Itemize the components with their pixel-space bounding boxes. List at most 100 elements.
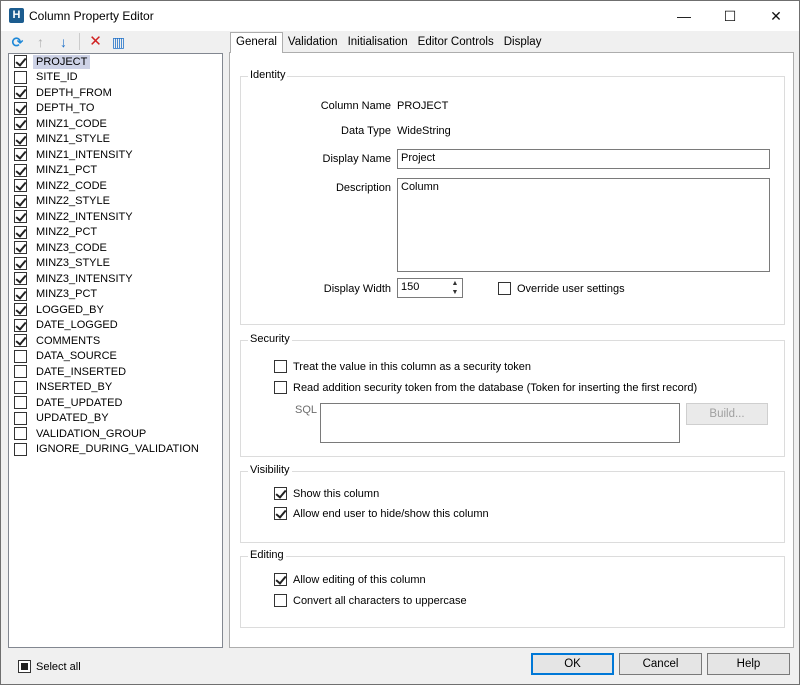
column-list-item[interactable]: MINZ3_STYLE bbox=[9, 256, 222, 272]
column-list-item[interactable]: MINZ2_CODE bbox=[9, 178, 222, 194]
tab-validation[interactable]: Validation bbox=[283, 34, 343, 53]
column-checkbox[interactable] bbox=[14, 396, 27, 410]
allow-editing-check-indicator[interactable] bbox=[274, 573, 287, 586]
column-checkbox[interactable] bbox=[14, 70, 27, 84]
column-checkbox[interactable] bbox=[14, 194, 27, 208]
column-list-item[interactable]: MINZ2_STYLE bbox=[9, 194, 222, 210]
build-button[interactable]: Build... bbox=[686, 403, 768, 425]
column-checkbox[interactable] bbox=[14, 287, 27, 301]
column-list-item[interactable]: DEPTH_FROM bbox=[9, 85, 222, 101]
read-security-token-checkbox[interactable]: Read addition security token from the da… bbox=[274, 381, 697, 394]
minimize-button[interactable]: — bbox=[661, 1, 707, 31]
column-list-item[interactable]: MINZ2_PCT bbox=[9, 225, 222, 241]
column-checkbox[interactable] bbox=[14, 210, 27, 224]
column-checkbox[interactable] bbox=[14, 163, 27, 177]
column-checkbox[interactable] bbox=[14, 272, 27, 286]
column-checkbox[interactable] bbox=[14, 442, 27, 456]
allow-hide-check-indicator[interactable] bbox=[274, 507, 287, 520]
column-checkbox[interactable] bbox=[14, 411, 27, 425]
column-checkbox[interactable] bbox=[14, 334, 27, 348]
column-checkbox[interactable] bbox=[14, 380, 27, 394]
column-checkbox[interactable] bbox=[14, 179, 27, 193]
column-checkbox[interactable] bbox=[14, 365, 27, 379]
column-checkbox[interactable] bbox=[14, 318, 27, 332]
uppercase-checkbox[interactable]: Convert all characters to uppercase bbox=[274, 594, 467, 607]
column-list-item[interactable]: MINZ3_PCT bbox=[9, 287, 222, 303]
column-list-item[interactable]: MINZ1_CODE bbox=[9, 116, 222, 132]
column-list-item[interactable]: MINZ2_INTENSITY bbox=[9, 209, 222, 225]
column-list-item[interactable]: SITE_ID bbox=[9, 70, 222, 86]
allow-hide-checkbox[interactable]: Allow end user to hide/show this column bbox=[274, 507, 489, 520]
column-list[interactable]: PROJECT SITE_ID DEPTH_FROM DEPTH_TO MINZ1_CO… bbox=[8, 53, 223, 648]
column-list-item[interactable]: INSERTED_BY bbox=[9, 380, 222, 396]
data-type-label: Data Type bbox=[341, 125, 391, 137]
column-checkbox[interactable] bbox=[14, 55, 27, 69]
column-checkbox[interactable] bbox=[14, 349, 27, 363]
security-token-checkbox[interactable]: Treat the value in this column as a secu… bbox=[274, 360, 531, 373]
show-column-checkbox[interactable]: Show this column bbox=[274, 487, 379, 500]
column-list-item[interactable]: MINZ3_INTENSITY bbox=[9, 271, 222, 287]
column-checkbox[interactable] bbox=[14, 86, 27, 100]
arrow-up-icon[interactable]: ↑ bbox=[32, 33, 49, 50]
column-label: MINZ3_PCT bbox=[36, 288, 98, 301]
column-list-item[interactable]: MINZ3_CODE bbox=[9, 240, 222, 256]
column-list-item[interactable]: VALIDATION_GROUP bbox=[9, 426, 222, 442]
tab-editor-controls[interactable]: Editor Controls bbox=[413, 34, 499, 53]
sql-textarea[interactable] bbox=[320, 403, 680, 443]
display-name-input[interactable]: Project bbox=[397, 149, 770, 169]
column-chooser-icon[interactable]: ▥ bbox=[110, 33, 127, 50]
refresh-icon[interactable]: ⟳ bbox=[9, 33, 26, 50]
description-textarea[interactable]: Column bbox=[397, 178, 770, 272]
column-list-item[interactable]: PROJECT bbox=[9, 54, 222, 70]
column-checkbox[interactable] bbox=[14, 241, 27, 255]
column-list-item[interactable]: MINZ1_STYLE bbox=[9, 132, 222, 148]
column-checkbox[interactable] bbox=[14, 256, 27, 270]
column-list-item[interactable]: DEPTH_TO bbox=[9, 101, 222, 117]
column-checkbox[interactable] bbox=[14, 148, 27, 162]
column-list-item[interactable]: DATE_LOGGED bbox=[9, 318, 222, 334]
close-button[interactable]: ✕ bbox=[753, 1, 799, 31]
select-all-checkbox[interactable]: Select all bbox=[18, 660, 81, 673]
column-checkbox[interactable] bbox=[14, 132, 27, 146]
column-list-item[interactable]: MINZ1_PCT bbox=[9, 163, 222, 179]
security-token-check-indicator[interactable] bbox=[274, 360, 287, 373]
arrow-down-icon[interactable]: ↓ bbox=[55, 33, 72, 50]
column-checkbox[interactable] bbox=[14, 225, 27, 239]
tab-general[interactable]: General bbox=[230, 32, 283, 53]
select-all-check-indicator[interactable] bbox=[18, 660, 31, 673]
maximize-button[interactable]: ☐ bbox=[707, 1, 753, 31]
show-column-check-indicator[interactable] bbox=[274, 487, 287, 500]
title-bar: H Column Property Editor — ☐ ✕ bbox=[1, 1, 799, 31]
override-user-settings-checkbox[interactable]: Override user settings bbox=[498, 282, 625, 295]
column-label: MINZ1_STYLE bbox=[36, 133, 110, 146]
delete-icon[interactable]: ✕ bbox=[87, 33, 104, 50]
uppercase-check-indicator[interactable] bbox=[274, 594, 287, 607]
column-checkbox[interactable] bbox=[14, 117, 27, 131]
column-list-item[interactable]: UPDATED_BY bbox=[9, 411, 222, 427]
help-button[interactable]: Help bbox=[707, 653, 790, 675]
ok-button[interactable]: OK bbox=[531, 653, 614, 675]
column-label: LOGGED_BY bbox=[36, 303, 104, 316]
column-label: VALIDATION_GROUP bbox=[36, 427, 147, 440]
column-list-item[interactable]: COMMENTS bbox=[9, 333, 222, 349]
column-list-item[interactable]: MINZ1_INTENSITY bbox=[9, 147, 222, 163]
column-list-item[interactable]: LOGGED_BY bbox=[9, 302, 222, 318]
cancel-button[interactable]: Cancel bbox=[619, 653, 702, 675]
display-width-spinner[interactable]: 150 ▲ ▼ bbox=[397, 278, 463, 298]
column-checkbox[interactable] bbox=[14, 303, 27, 317]
spin-up-icon[interactable]: ▲ bbox=[450, 279, 460, 288]
column-list-item[interactable]: DATA_SOURCE bbox=[9, 349, 222, 365]
read-token-check-indicator[interactable] bbox=[274, 381, 287, 394]
allow-editing-checkbox[interactable]: Allow editing of this column bbox=[274, 573, 426, 586]
spin-down-icon[interactable]: ▼ bbox=[450, 288, 460, 297]
column-checkbox[interactable] bbox=[14, 101, 27, 115]
column-checkbox[interactable] bbox=[14, 427, 27, 441]
identity-group: Identity Column Name PROJECT Data Type W… bbox=[240, 69, 785, 325]
column-label: DATE_UPDATED bbox=[36, 396, 123, 409]
tab-display[interactable]: Display bbox=[499, 34, 547, 53]
tab-initialisation[interactable]: Initialisation bbox=[343, 34, 413, 53]
column-list-item[interactable]: DATE_INSERTED bbox=[9, 364, 222, 380]
column-list-item[interactable]: DATE_UPDATED bbox=[9, 395, 222, 411]
override-check-indicator[interactable] bbox=[498, 282, 511, 295]
column-list-item[interactable]: IGNORE_DURING_VALIDATION bbox=[9, 442, 222, 458]
